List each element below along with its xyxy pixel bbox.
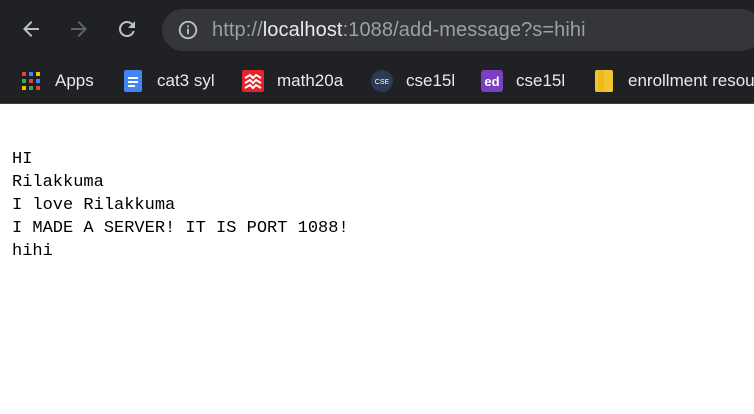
ed-icon: ed (481, 70, 503, 92)
forward-button[interactable] (63, 13, 95, 45)
svg-text:CSE: CSE (375, 79, 390, 86)
bookmark-label: Apps (55, 71, 94, 90)
bookmark-cse15l[interactable]: CSE cse15l (371, 66, 455, 96)
bookmark-label: cat3 syl (157, 71, 215, 90)
bookmark-enrollment[interactable]: enrollment resou (593, 66, 754, 96)
message-line: HI (12, 150, 33, 169)
back-button[interactable] (15, 13, 47, 45)
svg-text:ed: ed (484, 74, 499, 89)
folder-icon (593, 70, 615, 92)
bookmark-label: math20a (277, 71, 344, 90)
bookmark-label: cse15l (516, 71, 566, 90)
message-line: I MADE A SERVER! IT IS PORT 1088! (12, 219, 349, 238)
arrow-left-icon (23, 21, 39, 37)
bookmark-cat3-syl[interactable]: cat3 syl (122, 66, 215, 96)
bookmark-cse15l-ed[interactable]: ed cse15l (481, 66, 565, 96)
textbook-icon (242, 70, 264, 92)
bookmarks-bar: Apps cat3 syl math20a CSE cse15l ed cse1… (0, 58, 754, 104)
bookmark-apps[interactable]: Apps (20, 66, 94, 96)
apps-grid-icon (20, 70, 42, 92)
message-line: I love Rilakkuma (12, 196, 176, 215)
message-line: Rilakkuma (12, 173, 104, 192)
url-scheme: http:// (212, 18, 263, 41)
bookmark-label: enrollment resou (628, 71, 754, 90)
arrow-right-icon (71, 21, 87, 37)
info-icon[interactable] (177, 19, 199, 41)
cse-icon: CSE (371, 70, 393, 92)
reload-icon (119, 21, 135, 37)
url-text[interactable]: http://localhost:1088/add-message?s=hihi (212, 19, 586, 42)
message-line: hihi (12, 242, 53, 261)
bookmark-math20a[interactable]: math20a (242, 66, 343, 96)
page-content: HI Rilakkuma I love Rilakkuma I MADE A S… (0, 105, 754, 414)
google-docs-icon (122, 70, 144, 92)
browser-toolbar: http://localhost:1088/add-message?s=hihi (0, 0, 754, 58)
address-bar[interactable]: http://localhost:1088/add-message?s=hihi (162, 9, 754, 51)
reload-button[interactable] (111, 13, 143, 45)
url-host: localhost (262, 18, 343, 41)
bookmark-label: cse15l (406, 71, 456, 90)
url-path: :1088/add-message?s=hihi (342, 18, 586, 41)
